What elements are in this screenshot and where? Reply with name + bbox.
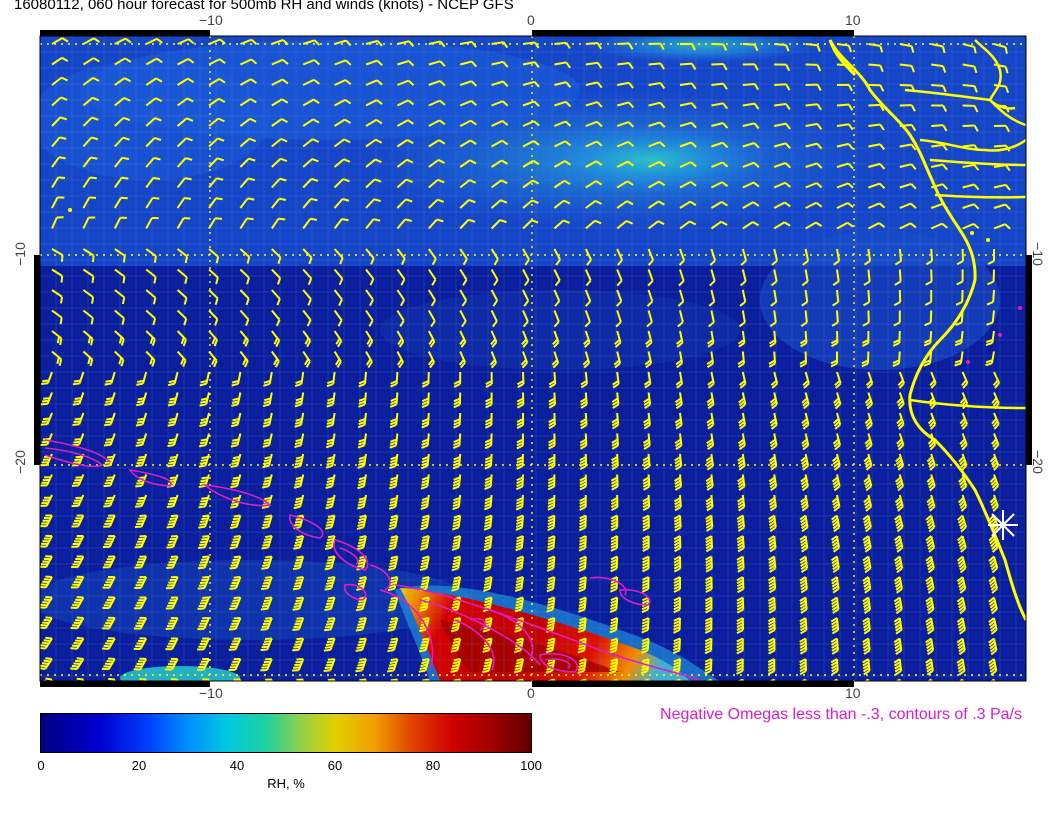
colorbar-tick-100: 100 xyxy=(520,758,542,773)
star-marker xyxy=(988,510,1018,540)
colorbar-tick-0: 0 xyxy=(37,758,45,773)
colorbar-tick-20: 20 xyxy=(131,758,147,773)
omega-note: Negative Omegas less than -.3, contours … xyxy=(660,706,1022,723)
colorbar-title: RH, % xyxy=(267,776,305,791)
colorbar-tick-60: 60 xyxy=(327,758,343,773)
colorbar-tick-80: 80 xyxy=(425,758,441,773)
colorbar-tick-40: 40 xyxy=(229,758,245,773)
rh-field xyxy=(40,36,1026,681)
forecast-map xyxy=(34,30,1032,687)
rh-colorbar xyxy=(40,713,532,753)
